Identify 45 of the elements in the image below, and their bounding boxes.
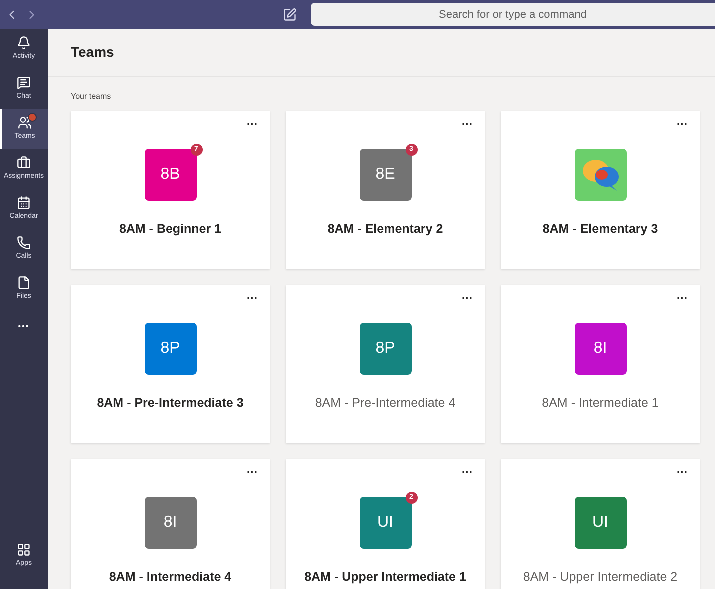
- team-name: 8AM - Intermediate 4: [108, 569, 233, 585]
- team-name: 8AM - Upper Intermediate 2: [522, 569, 679, 585]
- section-heading: Your teams: [71, 91, 112, 103]
- team-avatar: 8P: [360, 323, 412, 375]
- bell-icon: [17, 36, 31, 50]
- compose-icon[interactable]: [283, 8, 297, 22]
- team-avatar: 8I: [574, 323, 626, 375]
- team-card[interactable]: ··· 8I 8AM - Intermediate 1: [501, 285, 700, 443]
- team-name: 8AM - Pre-Intermediate 3: [96, 395, 245, 411]
- more-options-icon[interactable]: ···: [247, 291, 258, 308]
- more-options-icon[interactable]: ···: [247, 465, 258, 482]
- apps-icon: [17, 542, 31, 556]
- page-title: Teams: [71, 43, 114, 62]
- bag-icon: [17, 156, 31, 170]
- team-name: 8AM - Beginner 1: [118, 221, 223, 237]
- chat-bubbles-icon: [580, 157, 620, 193]
- team-avatar: 8P: [144, 323, 196, 375]
- team-avatar: 8E: [360, 149, 412, 201]
- team-card[interactable]: ··· 8AM - Elementary 3: [501, 111, 700, 269]
- team-card[interactable]: ··· UI 8AM - Upper Intermediate 2: [501, 459, 700, 589]
- team-name: 8AM - Upper Intermediate 1: [304, 569, 468, 585]
- team-card[interactable]: ··· 8P 8AM - Pre-Intermediate 4: [286, 285, 485, 443]
- file-icon: [17, 276, 31, 290]
- team-avatar: UI: [574, 497, 626, 549]
- more-options-icon[interactable]: ···: [677, 117, 688, 134]
- phone-icon: [17, 236, 31, 250]
- more-options-icon[interactable]: ···: [247, 117, 258, 134]
- more-options-icon[interactable]: ···: [677, 291, 688, 308]
- calendar-icon: [17, 196, 31, 210]
- people-icon: [18, 116, 32, 130]
- team-avatar: 8B: [144, 149, 196, 201]
- team-card[interactable]: ··· 8I 8AM - Intermediate 4: [71, 459, 270, 589]
- team-name: 8AM - Intermediate 1: [541, 395, 660, 411]
- team-avatar: 8I: [144, 497, 196, 549]
- more-options-icon[interactable]: ···: [462, 291, 473, 308]
- search-field[interactable]: Search for or type a command: [311, 3, 715, 26]
- more-options-icon[interactable]: ···: [462, 117, 473, 134]
- chat-icon: [17, 76, 31, 90]
- team-card[interactable]: ··· 8P 8AM - Pre-Intermediate 3: [71, 285, 270, 443]
- team-name: 8AM - Pre-Intermediate 4: [314, 395, 457, 411]
- team-name: 8AM - Elementary 3: [542, 221, 660, 237]
- more-options-icon[interactable]: ···: [677, 465, 688, 482]
- team-name: 8AM - Elementary 2: [326, 221, 444, 237]
- more-options-icon[interactable]: ···: [462, 465, 473, 482]
- more-apps-icon[interactable]: •••: [18, 321, 30, 333]
